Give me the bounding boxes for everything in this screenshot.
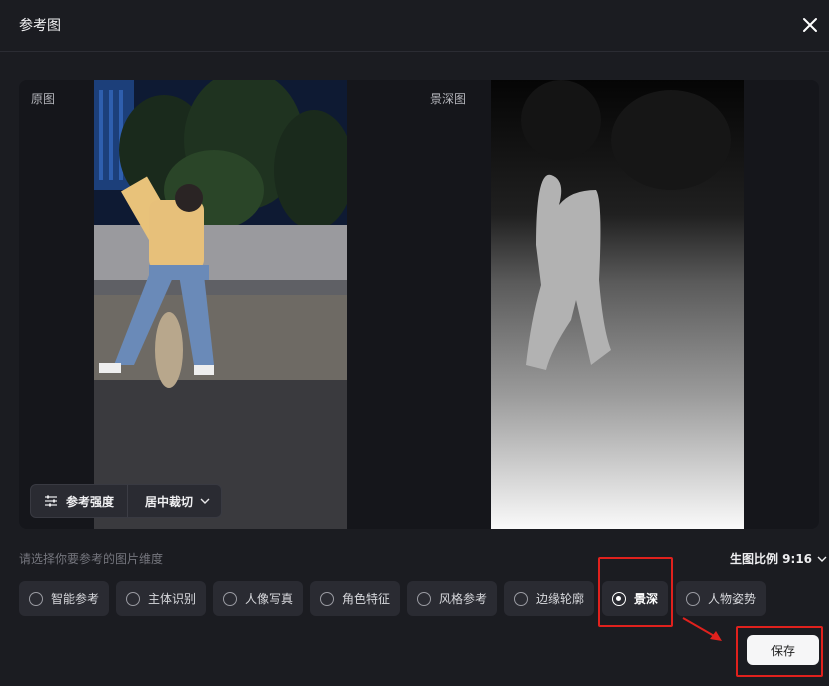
option-label: 主体识别 xyxy=(148,592,197,606)
crop-label: 居中裁切 xyxy=(145,494,194,509)
strength-label: 参考强度 xyxy=(66,494,115,509)
option-label: 边缘轮廓 xyxy=(536,592,585,606)
option-portrait[interactable]: 人像写真 xyxy=(213,581,303,616)
close-icon xyxy=(803,18,817,32)
radio-icon xyxy=(320,591,334,606)
reference-preview: 原图 景深图 参考强度 居中裁切 xyxy=(19,80,819,529)
option-depth[interactable]: 景深 xyxy=(602,581,668,616)
radio-selected-icon xyxy=(612,591,626,606)
option-style-reference[interactable]: 风格参考 xyxy=(407,581,497,616)
option-label: 人物姿势 xyxy=(708,592,757,606)
crop-mode-dropdown[interactable]: 居中裁切 xyxy=(128,485,221,517)
radio-icon xyxy=(417,591,431,606)
original-label: 原图 xyxy=(31,92,56,106)
dialog-title: 参考图 xyxy=(19,18,61,34)
dialog-header: 参考图 xyxy=(0,0,829,52)
dimension-prompt: 请选择你要参考的图片维度 xyxy=(19,552,164,566)
close-button[interactable] xyxy=(799,14,821,36)
option-label: 智能参考 xyxy=(51,592,100,606)
aspect-ratio-dropdown[interactable]: 生图比例 9:16 xyxy=(730,550,827,567)
depth-image xyxy=(491,80,744,529)
option-label: 角色特征 xyxy=(342,592,391,606)
chevron-down-icon xyxy=(817,556,827,562)
option-label: 人像写真 xyxy=(245,592,294,606)
chevron-down-icon xyxy=(200,498,210,504)
option-character-features[interactable]: 角色特征 xyxy=(310,581,400,616)
radio-icon xyxy=(514,591,528,606)
option-subject-detection[interactable]: 主体识别 xyxy=(116,581,206,616)
red-arrow-icon xyxy=(682,617,722,641)
radio-icon xyxy=(126,591,140,606)
option-edge-contour[interactable]: 边缘轮廓 xyxy=(504,581,594,616)
aspect-ratio-label: 生图比例 9:16 xyxy=(730,552,813,566)
radio-icon xyxy=(686,591,700,606)
depth-label: 景深图 xyxy=(430,92,467,106)
option-smart-reference[interactable]: 智能参考 xyxy=(19,581,109,616)
original-image xyxy=(94,80,347,529)
radio-icon xyxy=(29,591,43,606)
option-label: 风格参考 xyxy=(439,592,488,606)
option-pose[interactable]: 人物姿势 xyxy=(676,581,766,616)
radio-icon xyxy=(223,591,237,606)
option-label: 景深 xyxy=(634,592,659,606)
reference-strength-button[interactable]: 参考强度 xyxy=(31,485,128,517)
preview-controls: 参考强度 居中裁切 xyxy=(30,484,222,518)
save-button[interactable]: 保存 xyxy=(747,635,819,665)
sliders-icon xyxy=(45,495,57,507)
